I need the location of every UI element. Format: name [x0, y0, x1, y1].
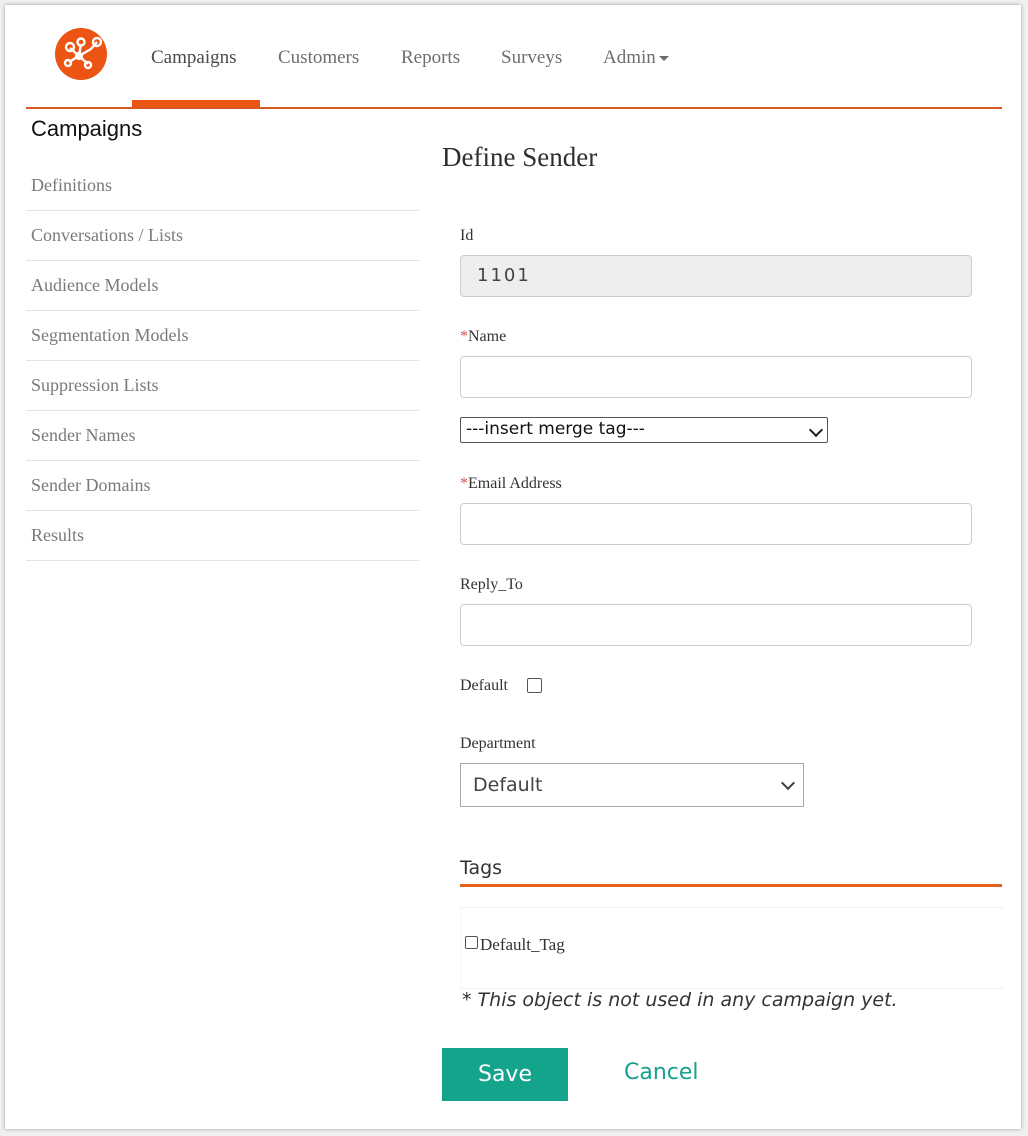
nav-surveys[interactable]: Surveys	[501, 47, 562, 69]
network-hub-icon[interactable]	[55, 28, 107, 80]
name-field[interactable]	[460, 356, 972, 398]
merge-tag-select[interactable]: ---insert merge tag---	[460, 417, 828, 443]
name-label-text: Name	[468, 328, 507, 345]
email-label-text: Email Address	[468, 475, 562, 492]
sidebar-item-sender-names[interactable]: Sender Names	[26, 411, 419, 461]
tags-divider	[460, 884, 1002, 887]
sidebar-menu: Definitions Conversations / Lists Audien…	[26, 160, 419, 561]
page-title: Define Sender	[442, 142, 598, 172]
sidebar-item-sender-domains[interactable]: Sender Domains	[26, 461, 419, 511]
chevron-down-icon	[808, 422, 824, 438]
usage-note: * This object is not used in any campaig…	[462, 989, 898, 1011]
app-window: Campaigns Customers Reports Surveys Admi…	[5, 5, 1021, 1129]
default-tag-label[interactable]: Default_Tag	[480, 935, 565, 955]
sidebar-item-suppression-lists[interactable]: Suppression Lists	[26, 361, 419, 411]
sidebar-item-audience-models[interactable]: Audience Models	[26, 261, 419, 311]
sidebar-item-definitions[interactable]: Definitions	[26, 160, 419, 211]
nav-customers[interactable]: Customers	[278, 47, 359, 69]
nav-admin-label: Admin	[603, 47, 656, 68]
department-select[interactable]: Default	[460, 763, 804, 807]
required-mark: *	[460, 328, 468, 345]
sidebar-item-conversations-lists[interactable]: Conversations / Lists	[26, 211, 419, 261]
department-selected: Default	[473, 774, 543, 796]
merge-tag-selected: ---insert merge tag---	[466, 419, 645, 439]
cancel-button[interactable]: Cancel	[624, 1060, 699, 1085]
caret-down-icon	[658, 56, 669, 62]
default-label: Default	[460, 677, 508, 694]
save-button[interactable]: Save	[442, 1048, 568, 1101]
nav-reports[interactable]: Reports	[401, 47, 460, 69]
tags-heading: Tags	[460, 857, 503, 879]
nav-campaigns[interactable]: Campaigns	[151, 47, 237, 69]
id-field: 1101	[460, 255, 972, 297]
reply-to-label: Reply_To	[460, 576, 523, 593]
department-label: Department	[460, 735, 536, 752]
default-checkbox[interactable]	[527, 678, 542, 693]
sidebar-item-results[interactable]: Results	[26, 511, 419, 561]
active-tab-indicator	[132, 100, 260, 107]
email-label: *Email Address	[460, 475, 562, 493]
id-label: Id	[460, 227, 474, 244]
header-divider	[26, 107, 1002, 109]
email-field[interactable]	[460, 503, 972, 545]
chevron-down-icon	[780, 775, 796, 791]
required-mark: *	[460, 475, 468, 492]
sidebar-item-segmentation-models[interactable]: Segmentation Models	[26, 311, 419, 361]
nav-admin[interactable]: Admin	[603, 47, 669, 69]
sidebar-title: Campaigns	[31, 116, 143, 141]
default-tag-checkbox[interactable]	[465, 936, 478, 949]
reply-to-field[interactable]	[460, 604, 972, 646]
name-label: *Name	[460, 328, 506, 346]
